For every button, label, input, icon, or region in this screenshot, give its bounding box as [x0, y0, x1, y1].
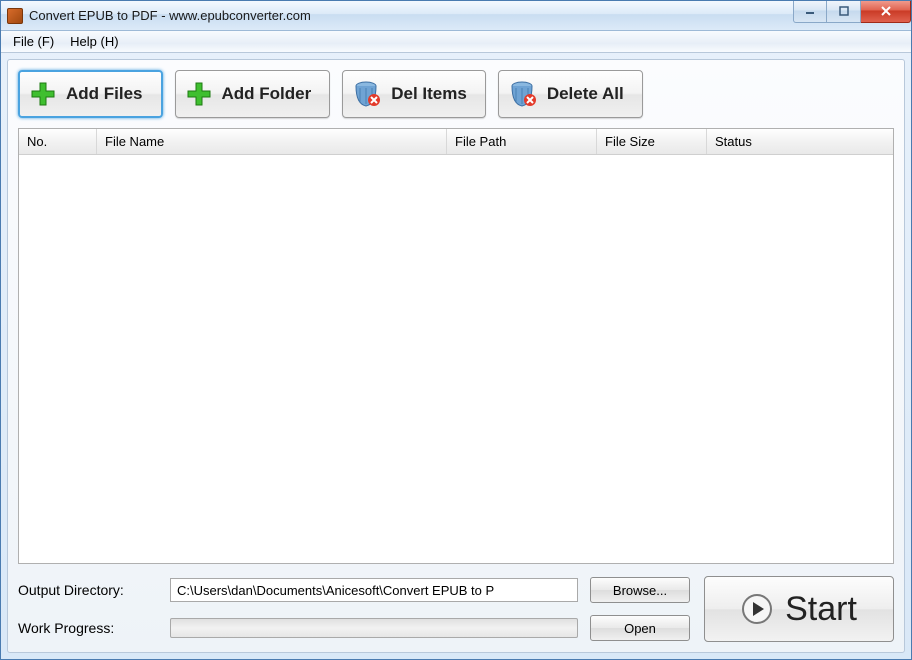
add-files-button[interactable]: Add Files — [18, 70, 163, 118]
add-folder-button[interactable]: Add Folder — [175, 70, 331, 118]
output-dir-input[interactable] — [170, 578, 578, 602]
minimize-button[interactable] — [793, 1, 827, 23]
file-list-header: No. File Name File Path File Size Status — [19, 129, 893, 155]
plus-icon — [30, 81, 56, 107]
progress-label: Work Progress: — [18, 620, 158, 636]
app-window: Convert EPUB to PDF - www.epubconverter.… — [0, 0, 912, 660]
column-status[interactable]: Status — [707, 129, 893, 154]
delete-all-button[interactable]: Delete All — [498, 70, 643, 118]
bottom-panel: Output Directory: Browse... Work Progres… — [18, 576, 894, 642]
start-button[interactable]: Start — [704, 576, 894, 642]
delete-all-label: Delete All — [547, 84, 624, 104]
titlebar[interactable]: Convert EPUB to PDF - www.epubconverter.… — [1, 1, 911, 31]
menu-help[interactable]: Help (H) — [62, 32, 126, 51]
progress-bar — [170, 618, 578, 638]
file-list-body[interactable] — [19, 155, 893, 563]
add-folder-label: Add Folder — [222, 84, 312, 104]
toolbar: Add Files Add Folder D — [18, 70, 894, 118]
bottom-left: Output Directory: Browse... Work Progres… — [18, 576, 690, 642]
column-filepath[interactable]: File Path — [447, 129, 597, 154]
menu-file[interactable]: File (F) — [5, 32, 62, 51]
output-dir-label: Output Directory: — [18, 582, 158, 598]
menubar: File (F) Help (H) — [1, 31, 911, 53]
add-files-label: Add Files — [66, 84, 143, 104]
trash-x-icon — [353, 80, 381, 108]
window-controls — [793, 1, 911, 23]
column-filename[interactable]: File Name — [97, 129, 447, 154]
window-title: Convert EPUB to PDF - www.epubconverter.… — [29, 8, 793, 23]
content-panel: Add Files Add Folder D — [7, 59, 905, 653]
play-icon — [741, 593, 773, 625]
app-icon — [7, 8, 23, 24]
open-button[interactable]: Open — [590, 615, 690, 641]
browse-button[interactable]: Browse... — [590, 577, 690, 603]
start-label: Start — [785, 590, 857, 629]
file-list: No. File Name File Path File Size Status — [18, 128, 894, 564]
del-items-button[interactable]: Del Items — [342, 70, 486, 118]
column-no[interactable]: No. — [19, 129, 97, 154]
trash-x-icon — [509, 80, 537, 108]
close-button[interactable] — [861, 1, 911, 23]
column-filesize[interactable]: File Size — [597, 129, 707, 154]
maximize-button[interactable] — [827, 1, 861, 23]
plus-icon — [186, 81, 212, 107]
del-items-label: Del Items — [391, 84, 467, 104]
